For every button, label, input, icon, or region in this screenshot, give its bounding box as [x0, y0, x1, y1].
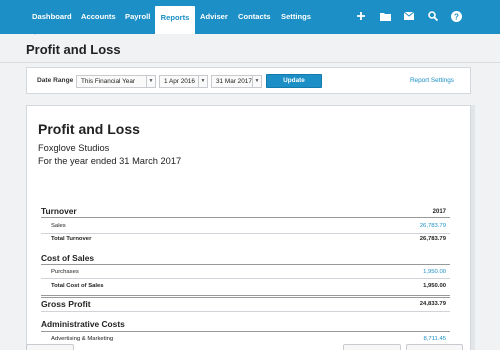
organisation-name: Foxglove Studios — [38, 143, 110, 153]
advertising-marketing-value-link[interactable]: 8,711.45 — [386, 336, 447, 342]
divider — [41, 264, 450, 265]
chevron-down-icon: ▼ — [198, 76, 207, 87]
report-period: For the year ended 31 March 2017 — [38, 156, 182, 166]
period-select-value: This Financial Year — [81, 78, 135, 85]
nav-settings[interactable]: Settings — [281, 0, 311, 34]
advertising-marketing-label: Advertising & Marketing — [51, 336, 114, 342]
divider — [41, 331, 450, 332]
nav-payroll[interactable]: Payroll — [125, 0, 150, 34]
total-turnover-value: 26,783.79 — [419, 236, 446, 242]
divider — [41, 217, 450, 218]
nav-reports[interactable]: Reports — [155, 6, 195, 34]
total-cost-of-sales-value: 1,950.00 — [423, 283, 446, 289]
gross-profit-value: 24,833.79 — [419, 301, 446, 307]
report-paper: Profit and Loss Foxglove Studios For the… — [26, 105, 471, 350]
sales-value-link[interactable]: 26,783.79 — [386, 223, 446, 229]
folder-icon[interactable] — [379, 10, 391, 22]
svg-text:?: ? — [454, 12, 459, 21]
help-icon[interactable]: ? — [450, 10, 462, 22]
chevron-down-icon: ▼ — [252, 76, 261, 87]
turnover-heading: Turnover — [41, 206, 77, 216]
divider — [41, 278, 450, 279]
bottom-action-button[interactable] — [406, 344, 463, 350]
report-settings-link[interactable]: Report Settings — [410, 77, 454, 84]
date-range-label: Date Range — [37, 77, 74, 84]
total-turnover-label: Total Turnover — [51, 236, 92, 242]
period-select[interactable]: This Financial Year ▼ — [76, 75, 156, 88]
to-date-value: 31 Mar 2017 — [216, 78, 252, 85]
cost-of-sales-heading: Cost of Sales — [41, 253, 95, 263]
from-date-value: 1 Apr 2016 — [164, 78, 195, 85]
to-date-field[interactable]: 31 Mar 2017 ▼ — [211, 75, 262, 88]
gross-profit-label: Gross Profit — [41, 299, 91, 309]
chevron-down-icon: ▼ — [146, 76, 155, 87]
nav-accounts[interactable]: Accounts — [81, 0, 116, 34]
nav-contacts[interactable]: Contacts — [238, 0, 271, 34]
header-divider — [0, 62, 500, 63]
top-navigation: Dashboard Accounts Payroll Reports Advis… — [0, 0, 500, 34]
plus-icon[interactable] — [355, 10, 367, 22]
mail-icon[interactable] — [403, 10, 415, 22]
page-title: Profit and Loss — [26, 42, 121, 57]
year-column-header: 2017 — [432, 209, 446, 215]
report-scrollbar[interactable] — [471, 105, 475, 350]
nav-adviser[interactable]: Adviser — [200, 0, 228, 34]
double-divider — [41, 295, 450, 298]
filter-bar: Date Range This Financial Year ▼ 1 Apr 2… — [26, 67, 471, 94]
update-button[interactable]: Update — [266, 74, 322, 88]
purchases-label: Purchases — [51, 269, 79, 275]
total-cost-of-sales-label: Total Cost of Sales — [51, 283, 104, 289]
bottom-action-button[interactable] — [343, 344, 401, 350]
report-title: Profit and Loss — [38, 121, 140, 137]
breadcrumb[interactable]: Reports › — [26, 28, 53, 35]
from-date-field[interactable]: 1 Apr 2016 ▼ — [159, 75, 208, 88]
search-icon[interactable] — [427, 10, 439, 22]
bottom-action-button[interactable] — [26, 344, 74, 350]
purchases-value-link[interactable]: 1,950.00 — [386, 269, 446, 275]
divider — [41, 233, 450, 234]
sales-label: Sales — [51, 223, 66, 229]
administrative-costs-heading: Administrative Costs — [41, 319, 125, 329]
divider — [41, 311, 450, 312]
